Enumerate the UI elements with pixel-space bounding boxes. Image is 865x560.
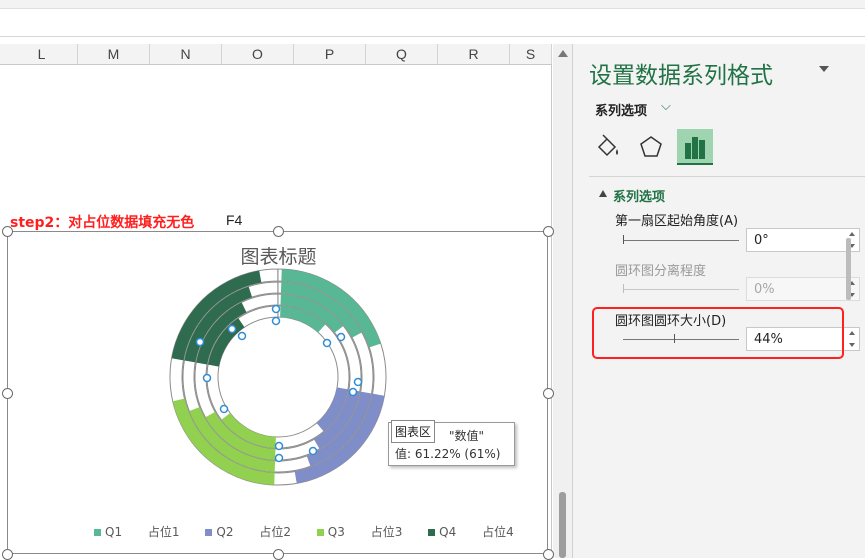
legend-swatch bbox=[428, 529, 436, 536]
cell-f4-text: F4 bbox=[226, 212, 243, 228]
chart-area[interactable]: 图表标题 Q1 占位1 Q2 占位2 Q3 占位3 Q4 占位4 "数值" 值:… bbox=[2, 226, 554, 560]
grid-edge bbox=[551, 65, 552, 558]
legend-item-q3[interactable]: Q3 bbox=[316, 525, 345, 539]
first-slice-angle-slider[interactable] bbox=[623, 240, 739, 241]
column-header[interactable]: N bbox=[150, 44, 222, 64]
scroll-thumb[interactable] bbox=[559, 492, 566, 558]
selection-handle bbox=[202, 373, 212, 383]
first-slice-angle-input[interactable]: 0° bbox=[746, 228, 860, 252]
selection-handle bbox=[271, 316, 281, 326]
selection-handle bbox=[348, 387, 358, 397]
column-header[interactable]: Q bbox=[366, 44, 438, 64]
legend-item-q1[interactable]: Q1 bbox=[94, 525, 122, 539]
first-slice-angle-label: 第一扇区起始角度(A) bbox=[615, 214, 739, 229]
pane-scrollbar[interactable] bbox=[846, 238, 851, 300]
spin-value: 0° bbox=[754, 233, 769, 248]
legend-label: 占位4 bbox=[482, 525, 514, 539]
legend-item-q2[interactable]: Q2 bbox=[205, 525, 233, 539]
fill-line-icon[interactable] bbox=[591, 129, 627, 165]
column-header[interactable]: P bbox=[294, 44, 366, 64]
ribbon-edge bbox=[0, 0, 865, 9]
selection-handle bbox=[336, 332, 346, 342]
section-title[interactable]: 系列选项 bbox=[613, 186, 665, 205]
legend-item-placeholder-4[interactable]: 占位4 bbox=[482, 523, 514, 540]
tooltip-value: 值: 61.22% (61%) bbox=[395, 447, 501, 461]
resize-handle-s[interactable] bbox=[273, 549, 284, 560]
explosion-input: 0% bbox=[746, 277, 860, 301]
series-options-icon[interactable] bbox=[677, 129, 713, 165]
pane-title: 设置数据系列格式 bbox=[589, 63, 773, 89]
legend-label: 占位3 bbox=[370, 525, 403, 539]
legend-item-placeholder-3[interactable]: 占位3 bbox=[371, 523, 403, 540]
collapse-triangle-icon[interactable] bbox=[599, 190, 607, 197]
legend-swatch bbox=[205, 529, 213, 536]
selection-handle bbox=[195, 337, 205, 347]
explosion-slider bbox=[623, 289, 739, 290]
resize-handle-sw[interactable] bbox=[2, 549, 13, 560]
legend-label: Q1 bbox=[105, 525, 123, 539]
resize-handle-n[interactable] bbox=[273, 226, 284, 237]
format-series-pane[interactable]: 设置数据系列格式 系列选项 ⌵ 系列选项 第一扇区起始角度(A) 0° 圆环图分… bbox=[572, 44, 865, 558]
slider-thumb[interactable] bbox=[623, 235, 624, 244]
resize-handle-e[interactable] bbox=[543, 388, 554, 399]
worksheet[interactable]: L M N O P Q R S step2：对占位数据填充无色 F4 图表标题 … bbox=[0, 44, 572, 560]
selection-handle bbox=[219, 404, 229, 414]
tooltip-series: "数值" bbox=[449, 429, 485, 443]
spin-up-icon[interactable] bbox=[849, 331, 855, 335]
column-header[interactable]: R bbox=[438, 44, 510, 64]
slider-thumb bbox=[623, 284, 624, 293]
column-header[interactable]: S bbox=[510, 44, 552, 64]
spin-down-icon[interactable] bbox=[849, 343, 855, 347]
spin-up-icon[interactable] bbox=[849, 232, 855, 236]
doughnut-rings bbox=[169, 268, 387, 486]
selection-handle bbox=[322, 338, 332, 348]
selection-handle bbox=[274, 453, 284, 463]
legend-swatch bbox=[316, 529, 324, 536]
chart-area-tooltip: 图表区 bbox=[391, 420, 436, 443]
step-note: step2：对占位数据填充无色 bbox=[10, 215, 195, 231]
pane-menu-icon[interactable] bbox=[819, 66, 829, 72]
selection-handle bbox=[271, 304, 281, 314]
scroll-up-icon[interactable] bbox=[558, 50, 568, 57]
explosion-label: 圆环图分离程度 bbox=[615, 264, 707, 279]
series-options-dropdown[interactable]: 系列选项 bbox=[595, 100, 647, 119]
selection-handle bbox=[227, 324, 237, 334]
legend-label: Q2 bbox=[216, 525, 234, 539]
legend-label: 占位1 bbox=[147, 525, 180, 539]
legend-item-placeholder-2[interactable]: 占位2 bbox=[259, 523, 291, 540]
effects-icon[interactable] bbox=[633, 129, 669, 165]
legend-item-placeholder-1[interactable]: 占位1 bbox=[148, 523, 180, 540]
column-header[interactable]: M bbox=[78, 44, 150, 64]
vertical-scrollbar[interactable] bbox=[553, 44, 572, 558]
resize-handle-nw[interactable] bbox=[2, 226, 13, 237]
selection-handle bbox=[274, 441, 284, 451]
resize-handle-ne[interactable] bbox=[543, 226, 554, 237]
chevron-down-icon[interactable]: ⌵ bbox=[661, 99, 671, 114]
selection-handle bbox=[353, 377, 363, 387]
selection-handle bbox=[308, 446, 318, 456]
doughnut-chart[interactable] bbox=[8, 232, 549, 555]
legend-swatch bbox=[94, 529, 101, 536]
spin-value: 0% bbox=[754, 282, 775, 297]
legend-item-q4[interactable]: Q4 bbox=[428, 525, 456, 539]
resize-handle-w[interactable] bbox=[2, 388, 13, 399]
legend-label: 占位2 bbox=[259, 525, 291, 539]
formula-bar[interactable] bbox=[0, 0, 865, 37]
highlight-box bbox=[592, 307, 844, 359]
column-header[interactable]: O bbox=[222, 44, 294, 64]
resize-handle-se[interactable] bbox=[543, 549, 554, 560]
pane-divider bbox=[589, 176, 865, 177]
legend-label: Q3 bbox=[327, 525, 345, 539]
chart-legend[interactable]: Q1 占位1 Q2 占位2 Q3 占位3 Q4 占位4 bbox=[94, 523, 536, 540]
legend-label: Q4 bbox=[439, 525, 457, 539]
selection-handle bbox=[237, 331, 247, 341]
column-header[interactable]: L bbox=[6, 44, 78, 64]
column-header-row: L M N O P Q R S bbox=[0, 44, 552, 65]
